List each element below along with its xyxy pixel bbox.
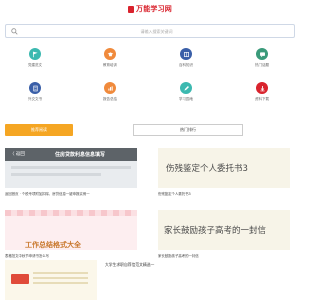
content-tabs: 推荐阅读 热门排行	[5, 124, 243, 136]
logo-text: 万能学习网	[136, 5, 172, 13]
site-logo[interactable]: 万能学习网	[128, 4, 172, 14]
category-label: 党建范文	[28, 63, 42, 67]
category-label: 热门话题	[255, 63, 269, 67]
header: 万能学习网	[0, 0, 300, 18]
category-item[interactable]: 热门话题	[232, 48, 292, 68]
search-icon[interactable]	[9, 26, 19, 36]
list-item[interactable]: 大学生求职自荐信范文精选一	[5, 260, 295, 300]
category-label: 百科知识	[179, 63, 193, 67]
category-item[interactable]: 百科知识	[156, 48, 216, 68]
thumbnail-decoration	[5, 210, 137, 216]
category-item[interactable]: 教育培训	[80, 48, 140, 68]
thumbnail-decoration	[11, 274, 29, 284]
search-bar[interactable]	[5, 24, 295, 38]
article-title[interactable]: 大学生求职自荐信范文精选一	[105, 262, 154, 268]
category-label: 资料下载	[255, 97, 269, 101]
article-title[interactable]: 表格范文中秋节申请书怎么写	[5, 253, 137, 258]
article-thumbnail: 〈 返回 住房贷款利息信息填写	[5, 148, 137, 188]
thumbnail-decoration	[33, 272, 88, 274]
article-title[interactable]: 伤残鉴定个人委托书3	[158, 191, 290, 196]
cap-icon	[104, 48, 116, 60]
chart-icon	[104, 82, 116, 94]
category-item[interactable]: 外交文书	[5, 82, 65, 102]
article-thumbnail: 工作总结格式大全	[5, 210, 137, 250]
category-label: 报告总结	[103, 97, 117, 101]
article-title[interactable]: 返回首页 · 个税专项附加扣除，房贷信息一键申报实例一	[5, 191, 137, 196]
book-icon	[180, 48, 192, 60]
category-item[interactable]: 报告总结	[80, 82, 140, 102]
category-item[interactable]: 资料下载	[232, 82, 292, 102]
thumbnail-text: 伤残鉴定个人委托书3	[166, 164, 248, 174]
article-card[interactable]: 家长鼓励孩子高考的一封信 家长鼓励孩子高考的一封信	[158, 210, 290, 258]
article-thumbnail	[5, 260, 97, 300]
thumbnail-back-text: 〈 返回	[10, 152, 25, 157]
article-thumbnail: 伤残鉴定个人委托书3	[158, 148, 290, 188]
pencil-icon	[180, 82, 192, 94]
chat-icon	[256, 48, 268, 60]
article-thumbnail: 家长鼓励孩子高考的一封信	[158, 210, 290, 250]
tab-recommended[interactable]: 推荐阅读	[5, 124, 73, 136]
category-label: 外交文书	[28, 97, 42, 101]
tab-popular[interactable]: 热门排行	[133, 124, 243, 136]
thumbnail-text: 工作总结格式大全	[25, 241, 81, 249]
thumbnail-heading: 住房贷款利息信息填写	[55, 152, 106, 158]
article-card[interactable]: 伤残鉴定个人委托书3 伤残鉴定个人委托书3	[158, 148, 290, 196]
thumbnail-text: 家长鼓励孩子高考的一封信	[164, 226, 267, 236]
logo-mark-icon	[128, 5, 134, 13]
article-title[interactable]: 家长鼓励孩子高考的一封信	[158, 253, 290, 258]
category-item[interactable]: 党建范文	[5, 48, 65, 68]
doc-icon	[29, 82, 41, 94]
category-item[interactable]: 学习园地	[156, 82, 216, 102]
download-icon	[256, 82, 268, 94]
search-input[interactable]	[19, 25, 294, 37]
article-card[interactable]: 〈 返回 住房贷款利息信息填写 返回首页 · 个税专项附加扣除，房贷信息一键申报…	[5, 148, 137, 196]
thumbnail-line	[11, 166, 131, 169]
category-grid: 党建范文 教育培训 百科知识 热门话题 外交文书 报告总结 学习园地 资料下载	[0, 48, 300, 110]
category-label: 教育培训	[103, 63, 117, 67]
thumbnail-line	[11, 173, 101, 176]
flag-icon	[29, 48, 41, 60]
article-card[interactable]: 工作总结格式大全 表格范文中秋节申请书怎么写	[5, 210, 137, 258]
category-label: 学习园地	[179, 97, 193, 101]
